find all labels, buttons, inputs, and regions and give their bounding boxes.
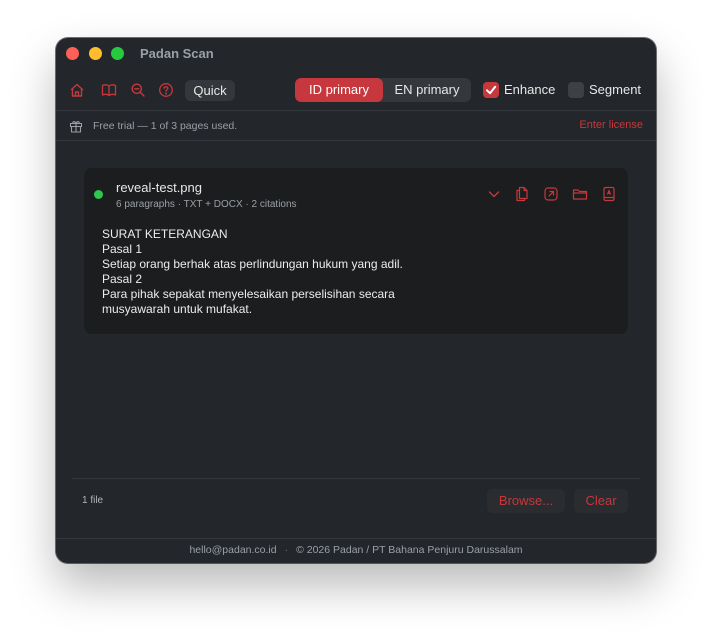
id-primary-option[interactable]: ID primary bbox=[295, 78, 383, 102]
file-meta: 6 paragraphs · TXT + DOCX · 2 citations bbox=[116, 199, 297, 210]
text-line: Pasal 2 bbox=[102, 272, 143, 286]
quick-button[interactable]: Quick bbox=[185, 80, 235, 101]
trial-status-text: Free trial — 1 of 3 pages used. bbox=[93, 120, 238, 132]
gift-icon bbox=[69, 119, 83, 133]
recognized-text: SURAT KETERANGAN Pasal 1 Setiap orang be… bbox=[102, 227, 403, 317]
primary-language-toggle: ID primary EN primary bbox=[295, 78, 471, 102]
divider bbox=[56, 538, 656, 539]
zoom-window-button[interactable] bbox=[111, 47, 124, 60]
file-result-card: reveal-test.png 6 paragraphs · TXT + DOC… bbox=[84, 168, 628, 334]
book-export-icon[interactable] bbox=[601, 186, 617, 202]
text-line: Para pihak sepakat menyelesaikan perseli… bbox=[102, 287, 395, 301]
footer-separator: · bbox=[284, 544, 289, 556]
book-icon[interactable] bbox=[101, 82, 117, 98]
divider bbox=[72, 478, 640, 479]
trial-banner: Free trial — 1 of 3 pages used. Enter li… bbox=[56, 111, 656, 141]
clear-button[interactable]: Clear bbox=[574, 489, 628, 513]
enhance-label[interactable]: Enhance bbox=[504, 82, 555, 98]
enhance-checkbox[interactable] bbox=[483, 82, 499, 98]
zoom-out-icon[interactable] bbox=[130, 82, 146, 98]
copyright-text: © 2026 Padan / PT Bahana Penjuru Darussa… bbox=[296, 544, 523, 556]
toolbar: Quick ID primary EN primary Enhance Segm… bbox=[56, 71, 656, 111]
contact-email-link[interactable]: hello@padan.co.id bbox=[189, 544, 276, 556]
title-bar: Padan Scan bbox=[56, 38, 656, 71]
file-count: 1 file bbox=[82, 495, 104, 506]
status-indicator bbox=[94, 190, 103, 199]
minimize-window-button[interactable] bbox=[89, 47, 102, 60]
file-name: reveal-test.png bbox=[116, 180, 202, 195]
close-window-button[interactable] bbox=[66, 47, 79, 60]
open-external-icon[interactable] bbox=[543, 186, 559, 202]
browse-button[interactable]: Browse... bbox=[487, 489, 565, 513]
chevron-down-icon[interactable] bbox=[486, 186, 502, 202]
en-primary-option[interactable]: EN primary bbox=[383, 78, 471, 102]
text-line: musyawarah untuk mufakat. bbox=[102, 302, 253, 316]
folder-icon[interactable] bbox=[572, 186, 588, 202]
text-line: Setiap orang berhak atas perlindungan hu… bbox=[102, 257, 403, 271]
enter-license-link[interactable]: Enter license bbox=[579, 119, 643, 131]
copy-icon[interactable] bbox=[514, 186, 530, 202]
home-icon[interactable] bbox=[69, 82, 85, 98]
window-title: Padan Scan bbox=[140, 46, 214, 61]
text-line: SURAT KETERANGAN bbox=[102, 227, 228, 241]
help-icon[interactable] bbox=[158, 82, 174, 98]
app-window: Padan Scan Quick ID primary EN primary E… bbox=[56, 38, 656, 563]
segment-checkbox[interactable] bbox=[568, 82, 584, 98]
footer: hello@padan.co.id · © 2026 Padan / PT Baha… bbox=[56, 544, 656, 556]
text-line: Pasal 1 bbox=[102, 242, 143, 256]
segment-label[interactable]: Segment bbox=[589, 82, 641, 98]
